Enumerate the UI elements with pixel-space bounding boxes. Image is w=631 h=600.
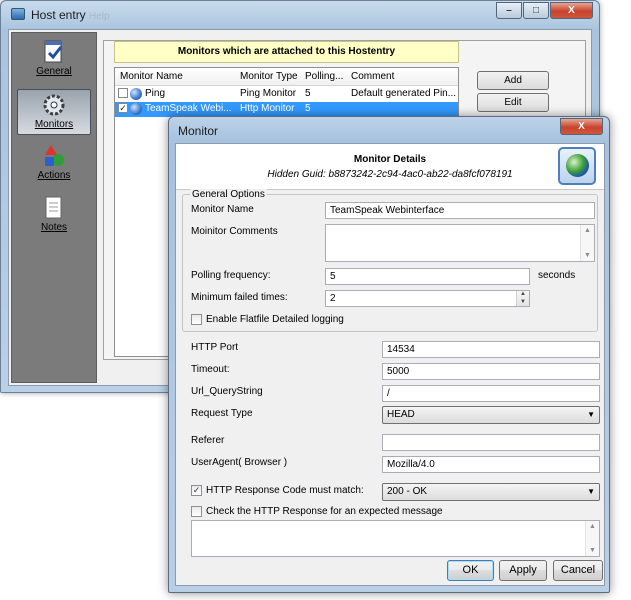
request-type-value: HEAD	[387, 409, 415, 420]
globe-icon	[558, 147, 596, 185]
monitor-dialog-body: Monitor Details Hidden Guid: b8873242-2c…	[175, 143, 605, 586]
maximize-button[interactable]: □	[523, 2, 549, 19]
table-row[interactable]: Ping Ping Monitor 5 Default generated Pi…	[115, 87, 458, 102]
response-code-value: 200 - OK	[387, 486, 428, 497]
nav-label-actions: Actions	[37, 170, 71, 181]
cancel-button[interactable]: Cancel	[553, 560, 603, 581]
flatfile-label: Enable Flatfile Detailed logging	[206, 314, 344, 325]
general-options-label: General Options	[190, 189, 267, 200]
url-querystring-field[interactable]: /	[382, 385, 600, 402]
navigation-pane: General Monitors Actions Notes	[11, 32, 97, 383]
http-monitor-icon	[130, 103, 142, 115]
polling-frequency-field[interactable]: 5	[325, 268, 530, 285]
expected-message-label: Check the HTTP Response for an expected …	[206, 506, 443, 517]
response-code-label: HTTP Response Code must match:	[206, 485, 364, 496]
monitor-dialog-title: Monitor	[178, 124, 219, 138]
monitor-name-label: Monitor Name	[191, 204, 254, 215]
row-polling: 5	[305, 88, 311, 99]
useragent-label: UserAgent( Browser )	[191, 457, 288, 468]
http-port-field[interactable]: 14534	[382, 341, 600, 358]
chevron-down-icon: ▼	[587, 410, 595, 419]
ok-button[interactable]: OK	[447, 560, 494, 581]
row-checkbox[interactable]: ✓	[118, 103, 128, 113]
chevron-down-icon: ▼	[587, 487, 595, 496]
row-monitor-type: Http Monitor	[240, 103, 295, 114]
ping-monitor-icon	[130, 88, 142, 100]
nav-label-general: General	[36, 66, 72, 77]
expected-message-scrollbar[interactable]: ▲ ▼	[585, 521, 599, 556]
nav-label-monitors: Monitors	[34, 119, 74, 130]
polling-frequency-label: Polling frequency:	[191, 270, 271, 281]
monitor-comments-field[interactable]: ▲ ▼	[325, 224, 595, 262]
url-querystring-label: Url_QueryString	[191, 386, 263, 397]
polling-unit-label: seconds	[538, 270, 576, 281]
http-port-label: HTTP Port	[191, 342, 239, 353]
timeout-label: Timeout:	[191, 364, 230, 375]
referer-label: Referer	[191, 435, 225, 446]
gears-icon	[43, 92, 65, 118]
apply-button[interactable]: Apply	[499, 560, 547, 581]
nav-item-general[interactable]: General	[17, 37, 91, 83]
notes-icon	[43, 195, 65, 221]
minimize-button[interactable]: –	[496, 2, 522, 19]
flatfile-checkbox[interactable]	[191, 314, 202, 325]
row-comment: Default generated Pin...	[351, 88, 457, 99]
response-code-checkbox[interactable]: ✓	[191, 485, 202, 496]
monitor-name-field[interactable]: TeamSpeak Webinterface	[325, 202, 595, 219]
request-type-select[interactable]: HEAD ▼	[382, 406, 600, 424]
details-header: Monitor Details Hidden Guid: b8873242-2c…	[176, 144, 604, 190]
monitor-comments-label: Moinitor Comments	[191, 226, 278, 237]
min-failed-label: Minimum failed times:	[191, 292, 288, 303]
row-checkbox[interactable]	[118, 88, 128, 98]
row-monitor-name: TeamSpeak Webi...	[145, 103, 232, 114]
useragent-field[interactable]: Mozilla/4.0	[382, 456, 600, 473]
list-header: Monitor Name Monitor Type Polling... Com…	[115, 68, 458, 86]
window-controls: – □ X	[496, 2, 593, 19]
row-monitor-type: Ping Monitor	[240, 88, 297, 99]
hidden-guid: Hidden Guid: b8873242-2c94-4ac0-ab22-da8…	[267, 169, 513, 180]
referer-field[interactable]	[382, 434, 600, 451]
monitor-dialog: Monitor X Monitor Details Hidden Guid: b…	[168, 116, 610, 593]
edit-button[interactable]: Edit	[477, 93, 549, 112]
expected-message-field[interactable]: ▲ ▼	[191, 520, 600, 557]
dialog-close-button[interactable]: X	[560, 118, 603, 135]
row-monitor-name: Ping	[145, 88, 166, 99]
comments-scrollbar[interactable]: ▲ ▼	[580, 225, 594, 261]
shapes-icon	[43, 143, 65, 169]
stepper-arrows[interactable]: ▲ ▼	[516, 291, 529, 306]
document-check-icon	[43, 39, 65, 65]
min-failed-value: 2	[330, 293, 336, 304]
column-header-monitor-type[interactable]: Monitor Type	[240, 71, 298, 82]
timeout-field[interactable]: 5000	[382, 363, 600, 380]
attached-monitors-title: Monitors which are attached to this Host…	[114, 41, 459, 63]
nav-item-monitors[interactable]: Monitors	[17, 89, 91, 135]
window-icon	[11, 8, 25, 20]
add-button[interactable]: Add	[477, 71, 549, 90]
column-header-monitor-name[interactable]: Monitor Name	[120, 71, 183, 82]
host-window-title: Host entry	[31, 8, 86, 22]
request-type-label: Request Type	[191, 408, 253, 419]
close-button[interactable]: X	[550, 2, 593, 19]
nav-item-actions[interactable]: Actions	[17, 141, 91, 187]
response-code-select[interactable]: 200 - OK ▼	[382, 483, 600, 501]
expected-message-checkbox[interactable]	[191, 506, 202, 517]
row-polling: 5	[305, 103, 311, 114]
details-title: Monitor Details	[353, 154, 427, 165]
column-header-polling[interactable]: Polling...	[305, 71, 343, 82]
table-row[interactable]: ✓ TeamSpeak Webi... Http Monitor 5	[115, 102, 458, 117]
nav-label-notes: Notes	[40, 222, 68, 233]
min-failed-stepper[interactable]: 2 ▲ ▼	[325, 290, 530, 307]
column-header-comment[interactable]: Comment	[351, 71, 394, 82]
ghost-menu-help: Help	[89, 11, 110, 22]
nav-item-notes[interactable]: Notes	[17, 193, 91, 239]
